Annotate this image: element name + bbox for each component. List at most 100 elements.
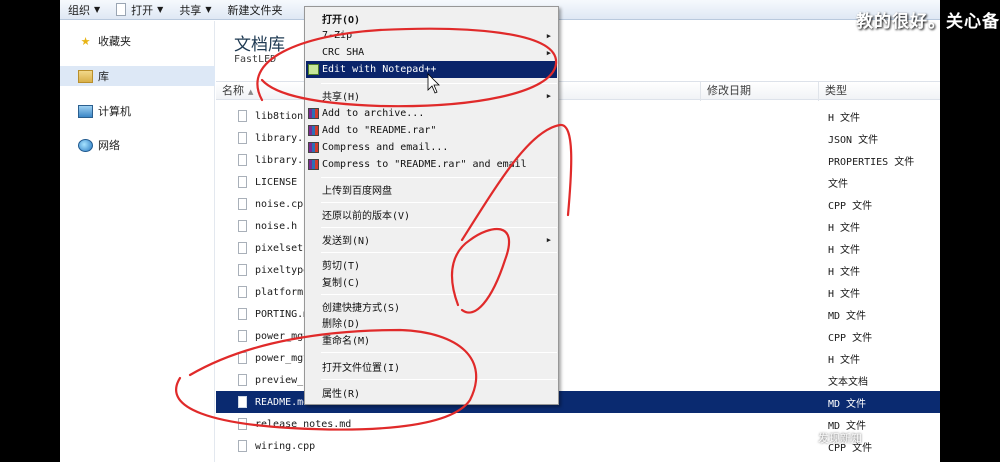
menu-item-add-rar[interactable]: Add to "README.rar" bbox=[306, 122, 557, 139]
file-icon bbox=[238, 396, 247, 408]
menu-separator bbox=[321, 227, 557, 228]
file-icon bbox=[238, 110, 247, 122]
menu-item-compress-email[interactable]: Compress and email... bbox=[306, 139, 557, 156]
file-icon bbox=[238, 352, 247, 364]
file-icon bbox=[238, 374, 247, 386]
network-icon bbox=[78, 138, 93, 152]
menu-item-cut[interactable]: 剪切(T) bbox=[306, 256, 557, 273]
file-icon bbox=[238, 308, 247, 320]
file-type: H 文件 bbox=[828, 244, 861, 256]
menu-item-label: Compress to "README.rar" and email bbox=[322, 159, 527, 170]
menu-item-label: 打开(O) bbox=[322, 15, 361, 26]
menu-separator bbox=[321, 352, 557, 353]
menu-item-edit-notepad[interactable]: Edit with Notepad++ bbox=[306, 61, 557, 78]
file-icon bbox=[238, 418, 247, 430]
file-icon bbox=[238, 286, 247, 298]
organize-label: 组织 bbox=[68, 3, 90, 17]
column-header-type[interactable]: 类型 bbox=[819, 82, 940, 101]
video-comment-overlay: 教的很好。关心备 bbox=[856, 12, 1000, 32]
menu-item-label: CRC SHA bbox=[322, 47, 365, 58]
menu-item-label: Edit with Notepad++ bbox=[322, 64, 437, 75]
file-type: H 文件 bbox=[828, 266, 861, 278]
menu-item-compress-rar-email[interactable]: Compress to "README.rar" and email bbox=[306, 156, 557, 173]
menu-item-add-archive[interactable]: Add to archive... bbox=[306, 105, 557, 122]
menu-item-upload-baidu[interactable]: 上传到百度网盘 bbox=[306, 181, 557, 198]
open-button[interactable]: 打开 ▼ bbox=[108, 0, 171, 20]
new-folder-button[interactable]: 新建文件夹 bbox=[219, 0, 290, 20]
file-type: CPP 文件 bbox=[828, 200, 873, 212]
share-label: 共享 bbox=[179, 3, 202, 17]
submenu-arrow-icon: ▶ bbox=[546, 31, 551, 40]
menu-item-rename[interactable]: 重命名(M) bbox=[306, 331, 557, 348]
menu-item-label: Add to archive... bbox=[322, 108, 425, 119]
menu-item-delete[interactable]: 删除(D) bbox=[306, 314, 557, 331]
menu-item-label: 重命名(M) bbox=[322, 336, 371, 347]
nav-item-label: 计算机 bbox=[98, 105, 131, 118]
column-type-label: 类型 bbox=[825, 84, 847, 97]
menu-item-open[interactable]: 打开(O) bbox=[306, 10, 557, 27]
menu-item-copy[interactable]: 复制(C) bbox=[306, 273, 557, 290]
share-button[interactable]: 共享 ▼ bbox=[171, 0, 219, 20]
open-label: 打开 bbox=[131, 3, 154, 17]
nav-item-libraries[interactable]: 库 bbox=[60, 66, 215, 86]
menu-item-label: 剪切(T) bbox=[322, 261, 361, 272]
column-header-date[interactable]: 修改日期 bbox=[701, 82, 819, 101]
menu-separator bbox=[321, 294, 557, 295]
menu-item-create-shortcut[interactable]: 创建快捷方式(S) bbox=[306, 298, 557, 315]
document-icon bbox=[116, 3, 127, 16]
nav-item-computer[interactable]: 计算机 bbox=[60, 101, 215, 121]
file-type: MD 文件 bbox=[828, 398, 867, 410]
menu-item-label: 7-Zip bbox=[322, 30, 353, 41]
nav-item-label: 收藏夹 bbox=[98, 35, 131, 48]
library-location: FastLED bbox=[234, 54, 277, 65]
new-folder-label: 新建文件夹 bbox=[227, 3, 283, 17]
file-type: MD 文件 bbox=[828, 310, 867, 322]
file-type: H 文件 bbox=[828, 354, 861, 366]
nav-item-label: 库 bbox=[98, 70, 109, 83]
menu-separator bbox=[321, 83, 557, 84]
menu-item-label: 属性(R) bbox=[322, 389, 361, 400]
library-icon bbox=[78, 69, 93, 83]
file-icon bbox=[238, 330, 247, 342]
menu-item-restore-versions[interactable]: 还原以前的版本(V) bbox=[306, 206, 557, 223]
menu-separator bbox=[321, 379, 557, 380]
nav-item-favorites[interactable]: ★ 收藏夹 bbox=[60, 31, 215, 51]
menu-separator bbox=[321, 177, 557, 178]
video-watermark: 发现新知 bbox=[818, 432, 862, 445]
file-name: release_notes.md bbox=[255, 418, 352, 430]
star-icon: ★ bbox=[80, 34, 91, 48]
menu-item-7zip[interactable]: 7-Zip ▶ bbox=[306, 27, 557, 44]
navigation-pane: ★ 收藏夹 库 计算机 网络 bbox=[60, 21, 215, 462]
menu-item-properties[interactable]: 属性(R) bbox=[306, 384, 557, 401]
file-icon bbox=[238, 440, 247, 452]
file-type: 文件 bbox=[828, 178, 848, 190]
winrar-icon bbox=[308, 125, 319, 136]
menu-item-label: 发送到(N) bbox=[322, 236, 371, 247]
column-date-label: 修改日期 bbox=[707, 84, 751, 97]
nav-item-network[interactable]: 网络 bbox=[60, 135, 215, 155]
submenu-arrow-icon: ▶ bbox=[546, 235, 551, 244]
submenu-arrow-icon: ▶ bbox=[546, 91, 551, 100]
file-name: wiring.cpp bbox=[255, 440, 316, 452]
file-icon bbox=[238, 242, 247, 254]
menu-item-open-location[interactable]: 打开文件位置(I) bbox=[306, 358, 557, 375]
menu-item-label: Compress and email... bbox=[322, 142, 449, 153]
winrar-icon bbox=[308, 142, 319, 153]
menu-item-label: 打开文件位置(I) bbox=[322, 363, 401, 374]
chevron-down-icon: ▼ bbox=[94, 5, 101, 14]
menu-item-crc-sha[interactable]: CRC SHA ▶ bbox=[306, 44, 557, 61]
menu-item-send-to[interactable]: 发送到(N) ▶ bbox=[306, 231, 557, 248]
organize-menu-button[interactable]: 组织 ▼ bbox=[60, 0, 108, 20]
menu-item-label: 还原以前的版本(V) bbox=[322, 211, 411, 222]
notepad-plus-icon bbox=[308, 64, 319, 75]
menu-item-share[interactable]: 共享(H) ▶ bbox=[306, 87, 557, 104]
menu-item-label: 创建快捷方式(S) bbox=[322, 303, 401, 314]
menu-item-label: Add to "README.rar" bbox=[322, 125, 437, 136]
letterbox-left bbox=[0, 0, 60, 462]
sort-up-icon: ▲ bbox=[248, 88, 254, 96]
file-type: CPP 文件 bbox=[828, 332, 873, 344]
file-type: H 文件 bbox=[828, 222, 861, 234]
file-icon bbox=[238, 132, 247, 144]
file-icon bbox=[238, 264, 247, 276]
file-icon bbox=[238, 220, 247, 232]
